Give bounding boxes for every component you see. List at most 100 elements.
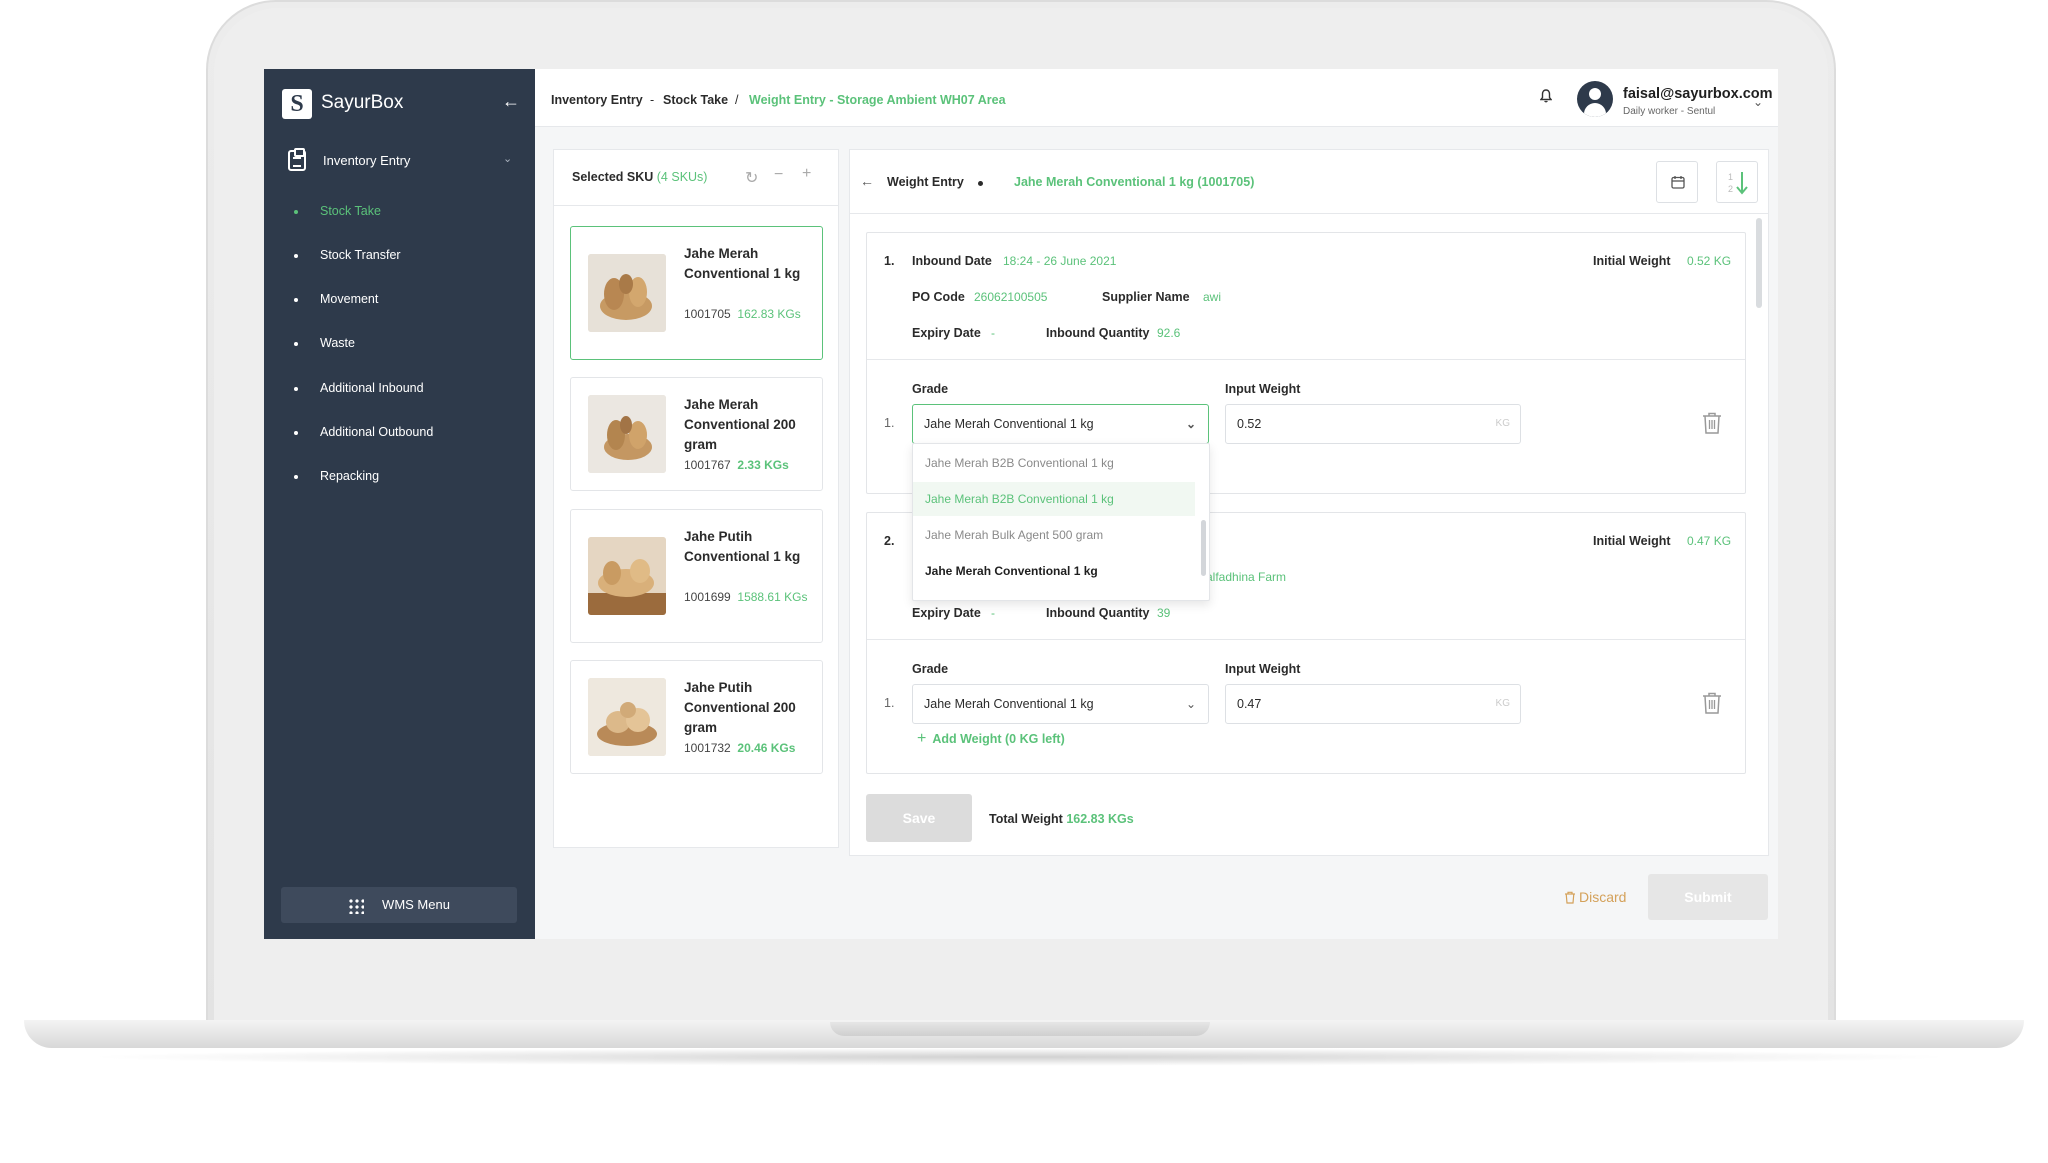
refresh-icon[interactable]: ↻ xyxy=(745,168,758,188)
sidebar-item-label: Stock Transfer xyxy=(320,248,401,262)
breadcrumb-inventory-entry[interactable]: Inventory Entry xyxy=(551,93,643,107)
ginger-image xyxy=(588,678,666,756)
expiry-date-value: - xyxy=(991,606,995,620)
user-role: Daily worker - Sentul xyxy=(1623,106,1716,117)
menu-inventory-entry[interactable]: Inventory Entry xyxy=(323,153,410,168)
bullet-icon xyxy=(294,341,298,346)
initial-weight-value: 0.47 KG xyxy=(1687,534,1732,548)
bullet-icon xyxy=(294,253,298,258)
ginger-image xyxy=(588,395,666,473)
arrow-left-icon[interactable]: ← xyxy=(502,91,520,112)
minus-icon[interactable]: − xyxy=(774,166,783,184)
divider xyxy=(554,205,838,206)
grade-select[interactable]: Jahe Merah Conventional 1 kg ⌄ xyxy=(912,404,1209,444)
laptop-notch xyxy=(830,1022,1210,1036)
sidebar-item-label: Waste xyxy=(320,336,355,350)
breadcrumb-current: Weight Entry - Storage Ambient WH07 Area xyxy=(749,93,1006,107)
sku-code: 1001732 xyxy=(684,741,731,755)
grade-select[interactable]: Jahe Merah Conventional 1 kg ⌄ xyxy=(912,684,1209,724)
selected-sku-panel: Selected SKU (4 SKUs) ↻ − + Jahe Merah C… xyxy=(553,149,839,848)
sku-meta: 1001767 2.33 KGs xyxy=(684,455,819,475)
dropdown-option[interactable]: Jahe Merah B2B Conventional 1 kg xyxy=(913,446,1195,480)
breadcrumb-separator: / xyxy=(735,93,739,107)
po-code-value: 26062100505 xyxy=(974,290,1048,304)
save-button[interactable]: Save xyxy=(866,794,972,842)
plus-icon: + xyxy=(917,730,927,747)
sku-card[interactable]: Jahe Merah Conventional 200 gram 1001767… xyxy=(570,377,823,491)
add-weight-label: Add Weight (0 KG left) xyxy=(932,732,1065,746)
sidebar-item-additional-outbound[interactable]: Additional Outbound xyxy=(294,422,433,442)
dropdown-option[interactable]: Jahe Merah Bulk Agent 500 gram xyxy=(913,518,1195,552)
sku-name: Jahe Merah Conventional 200 gram xyxy=(684,397,796,452)
svg-text:1: 1 xyxy=(1728,172,1733,182)
plus-icon[interactable]: + xyxy=(802,165,811,183)
weight-entry-title: Weight Entry xyxy=(887,175,964,189)
inbound-date-label: Inbound Date xyxy=(912,254,992,268)
calendar-button[interactable] xyxy=(1656,161,1698,203)
dropdown-scrollbar[interactable] xyxy=(1201,520,1206,576)
scrollbar[interactable] xyxy=(1756,218,1762,308)
sku-meta: 1001732 20.46 KGs xyxy=(684,738,819,758)
sku-qty: 2.33 KGs xyxy=(737,458,789,472)
sidebar-item-stock-take[interactable]: Stock Take xyxy=(294,201,381,221)
bullet-icon xyxy=(294,297,298,302)
inbound-quantity-label: Inbound Quantity xyxy=(1046,606,1150,620)
sidebar-item-waste[interactable]: Waste xyxy=(294,333,355,353)
sku-panel-title: Selected SKU (4 SKUs) xyxy=(572,170,707,184)
sku-card[interactable]: Jahe Putih Conventional 1 kg 1001699 158… xyxy=(570,509,823,643)
sku-meta: 1001705 162.83 KGs xyxy=(684,304,819,324)
app-screen: S SayurBox ← Inventory Entry ⌄ Stock Tak… xyxy=(264,69,1778,939)
expiry-date-label: Expiry Date xyxy=(912,326,981,340)
input-weight-label: Input Weight xyxy=(1225,662,1301,676)
grade-index: 1. xyxy=(884,696,895,710)
discard-button[interactable]: Discard xyxy=(1564,889,1626,905)
trash-icon[interactable] xyxy=(1701,411,1723,435)
grade-index: 1. xyxy=(884,416,895,430)
sidebar-item-label: Additional Outbound xyxy=(320,425,434,439)
arrow-left-icon[interactable]: ← xyxy=(860,173,874,189)
sidebar-item-additional-inbound[interactable]: Additional Inbound xyxy=(294,378,424,398)
sku-image xyxy=(588,537,666,615)
breadcrumb-stock-take[interactable]: Stock Take xyxy=(663,93,728,107)
chevron-down-icon: ⌄ xyxy=(1185,417,1196,431)
sidebar-item-movement[interactable]: Movement xyxy=(294,289,378,309)
ginger-image xyxy=(588,537,666,615)
inbound-quantity-value: 92.6 xyxy=(1157,326,1181,340)
total-weight-label: Total Weight xyxy=(989,812,1063,826)
brand-name: SayurBox xyxy=(321,92,404,113)
chevron-down-icon[interactable]: ⌄ xyxy=(1753,95,1763,109)
divider xyxy=(867,639,1745,640)
sku-meta: 1001699 1588.61 KGs xyxy=(684,587,819,607)
weight-input[interactable]: 0.52 KG xyxy=(1225,404,1521,444)
weight-input[interactable]: 0.47 KG xyxy=(1225,684,1521,724)
trash-icon[interactable] xyxy=(1701,691,1723,715)
sku-name: Jahe Putih Conventional 200 gram xyxy=(684,680,796,735)
avatar[interactable] xyxy=(1577,81,1613,117)
initial-weight-label: Initial Weight xyxy=(1593,254,1671,268)
sku-card[interactable]: Jahe Merah Conventional 1 kg 1001705 162… xyxy=(570,226,823,360)
initial-weight-label: Initial Weight xyxy=(1593,534,1671,548)
sort-button[interactable]: 12 xyxy=(1716,161,1758,203)
sku-image xyxy=(588,395,666,473)
grid-icon xyxy=(348,897,365,914)
weight-entry-panel: ← Weight Entry Jahe Merah Conventional 1… xyxy=(849,149,1769,856)
chevron-down-icon: ⌄ xyxy=(1185,697,1196,711)
sku-card[interactable]: Jahe Putih Conventional 200 gram 1001732… xyxy=(570,660,823,774)
wms-menu-label: WMS Menu xyxy=(382,897,450,912)
sku-qty: 162.83 KGs xyxy=(737,307,801,321)
chevron-down-icon[interactable]: ⌄ xyxy=(503,152,512,165)
dropdown-option[interactable]: Jahe Merah B2B Conventional 1 kg xyxy=(913,482,1195,516)
sidebar-item-label: Repacking xyxy=(320,469,380,483)
group-index: 1. xyxy=(884,254,895,268)
wms-menu-button[interactable]: WMS Menu xyxy=(281,887,517,923)
group-index: 2. xyxy=(884,534,895,548)
divider xyxy=(867,359,1745,360)
bell-icon[interactable] xyxy=(1540,89,1552,103)
submit-button[interactable]: Submit xyxy=(1648,874,1768,920)
add-weight-button[interactable]: + Add Weight (0 KG left) xyxy=(917,730,1065,748)
sidebar-item-stock-transfer[interactable]: Stock Transfer xyxy=(294,245,401,265)
sidebar-item-repacking[interactable]: Repacking xyxy=(294,466,379,486)
bullet-icon xyxy=(294,430,298,435)
dropdown-option[interactable]: Jahe Merah Conventional 1 kg xyxy=(913,554,1195,588)
weight-unit: KG xyxy=(1495,698,1510,709)
